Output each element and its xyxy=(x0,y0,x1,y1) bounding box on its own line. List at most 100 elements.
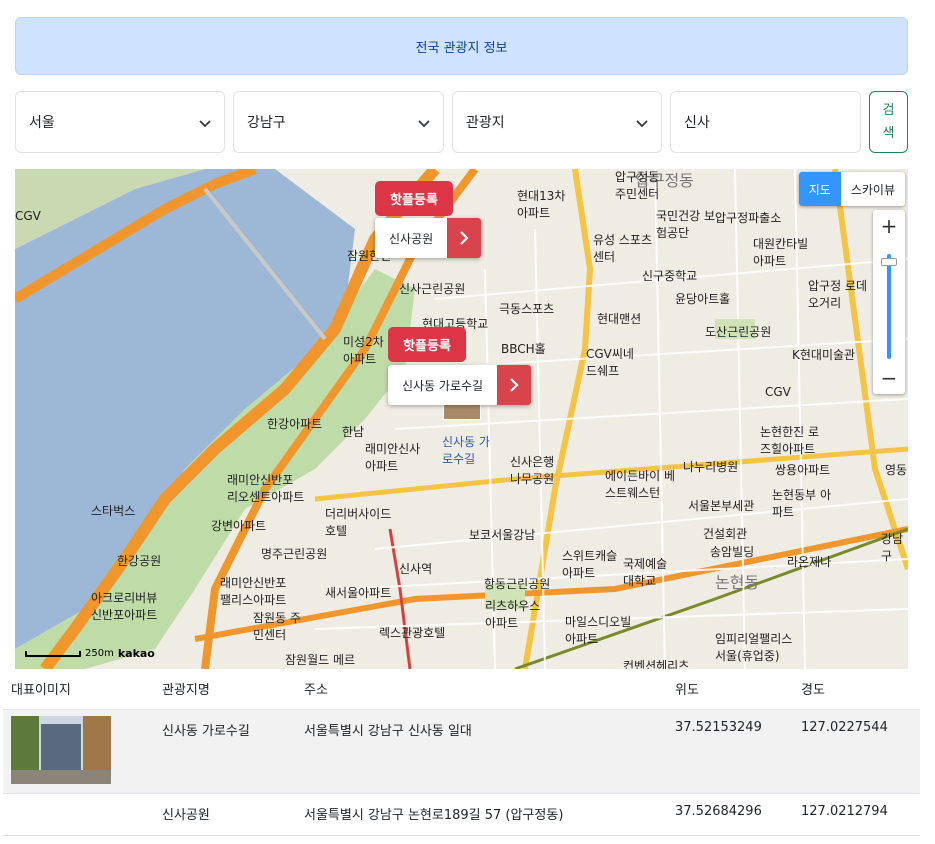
chevron-down-icon xyxy=(199,120,211,128)
map-scale: 250m kakao xyxy=(25,647,155,660)
map-label-hannam: 한남 xyxy=(342,425,365,439)
row-name: 신사동 가로수길 xyxy=(154,709,296,794)
row-address: 서울특별시 강남구 신사동 일대 xyxy=(296,709,667,794)
table-row[interactable]: 신사동 가로수길 서울특별시 강남구 신사동 일대 37.52153249 12… xyxy=(3,709,920,794)
map-label-yeongdong: 영동 xyxy=(885,463,908,477)
zoom-in-button[interactable]: + xyxy=(873,210,905,242)
row-lat: 37.52684296 xyxy=(667,793,793,836)
region-select[interactable]: 서울 xyxy=(15,91,225,153)
zoom-out-button[interactable]: − xyxy=(873,362,905,394)
map-label-gangbyeon: 강변아파트 xyxy=(211,519,267,533)
map-label-roseville: 논현한진 로즈힐아파트 xyxy=(760,425,820,456)
map-label-singu: 신구중학교 xyxy=(642,269,698,283)
map-label-hangang-park: 한강공원 xyxy=(117,554,162,568)
map-label-nonhyeon: 논현동 xyxy=(715,573,760,592)
map-label-nhis: 국민건강 보험공단 xyxy=(656,209,716,240)
region-select-value: 서울 xyxy=(29,115,55,131)
map-label-construction: 건설회관 xyxy=(703,527,748,541)
col-header-name: 관광지명 xyxy=(154,669,296,710)
map-type-skyview-button[interactable]: 스카이뷰 xyxy=(841,172,905,206)
map-label-hyundai-mansion: 현대맨션 xyxy=(597,312,642,326)
map-label-cgv-chef: CGV씨네 드쉐프 xyxy=(586,347,634,378)
map-label-nanoori: 나누리병원 xyxy=(683,460,739,474)
map-type-map-button[interactable]: 지도 xyxy=(798,172,841,206)
map-label-hyundai13: 현대13차 아파트 xyxy=(517,189,566,220)
map-label-center: 압구정동 주민센터 xyxy=(615,170,660,201)
row-lng: 127.0212794 xyxy=(793,793,920,836)
map-type-control: 지도 스카이뷰 xyxy=(798,172,905,206)
map-label-acro: 아크로리버뷰 신반포아파트 xyxy=(91,591,158,622)
map-label-bbch: BBCH홀 xyxy=(501,342,546,356)
map-label-geukdong: 극동스포츠 xyxy=(499,302,555,316)
map-label-rodeo: 압구정 로데오거리 xyxy=(808,279,868,310)
hotplace-register-button-2[interactable]: 핫플등록 xyxy=(388,327,466,362)
map-label-voco: 보코서울강남 xyxy=(469,528,536,542)
map-label-daewon: 대원칸타빌 아파트 xyxy=(753,237,809,268)
hotplace-register-label: 핫플등록 xyxy=(390,193,438,208)
hotplace-register-button-1[interactable]: 핫플등록 xyxy=(375,181,453,216)
search-button[interactable]: 검 색 xyxy=(869,91,908,153)
row-name: 신사공원 xyxy=(154,793,296,836)
map-label-hangang-apt: 한강아파트 xyxy=(267,417,323,431)
row-address: 서울특별시 강남구 논현로189길 57 (압구정동) xyxy=(296,793,667,836)
table-row[interactable]: 신사공원 서울특별시 강남구 논현로189길 57 (압구정동) 37.5268… xyxy=(3,793,920,836)
chevron-down-icon xyxy=(636,120,648,128)
col-header-address: 주소 xyxy=(296,669,667,710)
table-header-row: 대표이미지 관광지명 주소 위도 경도 xyxy=(3,669,920,710)
marker-callout-garosugil[interactable]: 신사동 가로수길 xyxy=(388,365,532,405)
search-button-label-2: 색 xyxy=(882,126,895,141)
map-label-police: 압구정파출소 xyxy=(715,211,782,225)
marker-callout-label: 신사동 가로수길 xyxy=(402,378,484,393)
map-label-songam: 송암빌딩 xyxy=(710,545,755,559)
places-table: 대표이미지 관광지명 주소 위도 경도 신사동 가로수길 서울특별시 강남구 신… xyxy=(3,669,920,836)
row-lng: 127.0227544 xyxy=(793,709,920,794)
map-label-aiden: 에이든바이 베스트웨스턴 xyxy=(605,469,676,500)
map-label-ritzhouse: 리츠하우스 아파트 xyxy=(485,599,541,630)
map-label-miles: 마일스디오빌 아파트 xyxy=(565,615,632,646)
map-label-dongbu: 논현동부 아파트 xyxy=(772,488,832,519)
chevron-right-icon[interactable] xyxy=(447,218,482,258)
kakao-logo: kakao xyxy=(117,647,155,660)
map-label-raemian-rio: 래미안신반포 리오센트아파트 xyxy=(227,473,305,504)
col-header-image: 대표이미지 xyxy=(3,669,154,710)
chevron-down-icon xyxy=(418,120,430,128)
map-label-gangnam: 강남구 xyxy=(881,532,904,563)
zoom-control: + − xyxy=(873,210,905,394)
district-select[interactable]: 강남구 xyxy=(233,91,444,153)
map-label-sports: 유성 스포츠센터 xyxy=(593,233,653,264)
district-select-value: 강남구 xyxy=(247,115,286,131)
col-header-lat: 위도 xyxy=(667,669,793,710)
map-label-garosugil: 신사동 가로수길 xyxy=(442,435,490,466)
chevron-right-icon[interactable] xyxy=(497,365,532,405)
map-label-raemian-sinsa: 래미안신사 아파트 xyxy=(365,442,421,473)
category-select-value: 관광지 xyxy=(466,115,505,131)
map-label-imperial: 임피리얼팰리스 서울(휴업중) xyxy=(715,632,793,663)
zoom-slider-track[interactable] xyxy=(887,254,891,359)
map-label-misung: 미성2차 아파트 xyxy=(343,335,384,366)
map-label-sweetcastle: 스위트캐슬 아파트 xyxy=(562,549,618,580)
page-title: 전국 관광지 정보 xyxy=(415,40,508,56)
map-label-riverside: 더리버사이드 호텔 xyxy=(325,507,392,538)
marker-callout-sinsa-park[interactable]: 신사공원 xyxy=(375,218,482,258)
map-label-sinsa-park: 신사근린공원 xyxy=(399,282,466,296)
scale-bar xyxy=(25,650,81,657)
map-label-raemian-palace: 래미안신반포 팰리스아파트 xyxy=(220,576,287,607)
scale-label: 250m xyxy=(85,648,114,659)
map-label-starbucks: 스타벅스 xyxy=(91,504,136,518)
garosugil-thumbnail xyxy=(11,715,111,784)
row-lat: 37.52153249 xyxy=(667,709,793,794)
map-label-laonzena: 라온제나 xyxy=(787,555,832,569)
row-image-cell xyxy=(3,793,154,836)
row-image-cell xyxy=(3,709,154,794)
map-label-ssangyong: 쌍용아파트 xyxy=(775,463,831,477)
map-view[interactable]: CGV 압구정동 현대13차 아파트 압구정동 주민센터 국민건강 보험공단 압… xyxy=(15,169,908,669)
map-label-sinsa-station: 신사역 xyxy=(399,562,433,576)
search-button-label-1: 검 xyxy=(882,103,895,118)
category-select[interactable]: 관광지 xyxy=(452,91,662,153)
zoom-slider-handle[interactable] xyxy=(881,258,897,266)
marker-callout-label: 신사공원 xyxy=(389,231,434,246)
map-label-jamwon-center: 잠원동 주민센터 xyxy=(253,611,301,642)
map-label-hangdong-park: 항동근린공원 xyxy=(484,577,551,591)
keyword-input[interactable]: 신사 xyxy=(670,91,861,153)
map-label-convention: 컨벤션헤리츠 xyxy=(623,659,690,669)
